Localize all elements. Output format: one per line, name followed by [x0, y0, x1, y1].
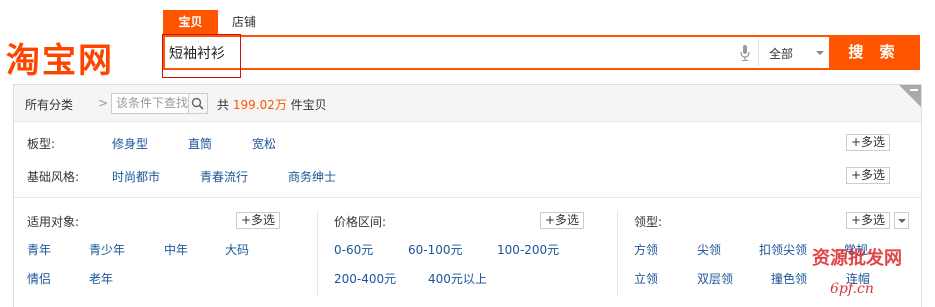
filter-search-input[interactable]: 该条件下查找	[111, 93, 189, 114]
filter-option-collar[interactable]: 方领	[634, 241, 658, 258]
watermark: 资源批发网	[812, 248, 902, 269]
filter-row-style: 基础风格: 时尚都市 青春流行 商务绅士 +多选	[14, 159, 921, 194]
minus-icon	[910, 89, 918, 91]
filter-option-collar[interactable]: 尖领	[697, 241, 721, 258]
filter-label-style: 基础风格:	[27, 170, 80, 184]
filter-option-fit[interactable]: 直筒	[188, 135, 212, 152]
divider	[617, 210, 618, 296]
filter-option-price[interactable]: 0-60元	[334, 241, 373, 258]
filter-option-price[interactable]: 400元以上	[428, 270, 487, 287]
divider	[317, 210, 318, 296]
breadcrumb: 所有分类 > 该条件下查找 共 199.02万 件宝贝	[14, 85, 921, 122]
filter-option-collar[interactable]: 撞色领	[771, 270, 807, 287]
filter-option-price[interactable]: 100-200元	[497, 241, 559, 258]
multi-select-button[interactable]: +多选	[846, 212, 891, 229]
multi-select-button[interactable]: +多选	[540, 212, 585, 229]
chevron-down-icon[interactable]	[816, 51, 824, 55]
filter-option-collar[interactable]: 双层领	[697, 270, 733, 287]
search-type-tabs: 宝贝 店铺	[163, 10, 270, 35]
result-count: 共 199.02万 件宝贝	[217, 96, 327, 113]
tab-shops[interactable]: 店铺	[218, 10, 270, 35]
filter-label-audience: 适用对象:	[27, 215, 80, 229]
watermark-url: 6pf.cn	[830, 281, 874, 297]
search-icon	[191, 97, 204, 110]
count-value: 199.02万	[232, 98, 287, 112]
filter-option-price[interactable]: 200-400元	[334, 270, 396, 287]
filter-option-audience[interactable]: 大码	[225, 241, 249, 258]
filter-option-audience[interactable]: 老年	[89, 270, 113, 287]
search-bar: 短袖衬衫 全部 搜 索	[163, 35, 920, 70]
chevron-down-icon[interactable]	[894, 212, 909, 229]
divider	[758, 39, 759, 66]
breadcrumb-all-categories[interactable]: 所有分类	[25, 96, 73, 113]
filter-option-style[interactable]: 时尚都市	[112, 168, 160, 185]
category-select[interactable]: 全部	[769, 45, 793, 62]
filter-label-fit: 板型:	[27, 137, 56, 151]
filter-option-fit[interactable]: 修身型	[112, 135, 148, 152]
filter-option-collar[interactable]: 扣领尖领	[759, 241, 807, 258]
count-suffix: 件宝贝	[290, 98, 327, 112]
filter-option-audience[interactable]: 中年	[164, 241, 188, 258]
filter-label-price: 价格区间:	[334, 215, 387, 229]
filter-panel: 所有分类 > 该条件下查找 共 199.02万 件宝贝 板型: 修身型 直筒 宽…	[13, 84, 922, 307]
tab-items[interactable]: 宝贝	[163, 10, 218, 35]
multi-select-button[interactable]: +多选	[846, 167, 891, 184]
multi-select-button[interactable]: +多选	[236, 212, 281, 229]
search-button[interactable]: 搜 索	[829, 35, 920, 70]
filter-option-fit[interactable]: 宽松	[252, 135, 276, 152]
multi-select-button[interactable]: +多选	[846, 134, 891, 151]
filter-option-style[interactable]: 青春流行	[200, 168, 248, 185]
filter-row-fit: 板型: 修身型 直筒 宽松 +多选	[14, 122, 921, 159]
filter-option-audience[interactable]: 情侣	[27, 270, 51, 287]
chevron-right-icon: >	[98, 96, 109, 110]
microphone-icon[interactable]	[740, 45, 750, 61]
filter-option-audience[interactable]: 青年	[27, 241, 51, 258]
highlight-box	[162, 34, 241, 78]
filter-search-button[interactable]	[189, 93, 208, 114]
taobao-logo[interactable]: 淘宝网	[6, 33, 114, 82]
filter-option-audience[interactable]: 青少年	[89, 241, 125, 258]
filter-option-style[interactable]: 商务绅士	[288, 168, 336, 185]
filter-option-collar[interactable]: 立领	[634, 270, 658, 287]
count-prefix: 共	[217, 98, 230, 112]
filter-row-multi-column: 适用对象: +多选 青年 青少年 中年 大码 情侣 老年 价格区间: +多选 0…	[14, 198, 921, 307]
filter-label-collar: 领型:	[634, 215, 663, 229]
filter-option-price[interactable]: 60-100元	[408, 241, 463, 258]
